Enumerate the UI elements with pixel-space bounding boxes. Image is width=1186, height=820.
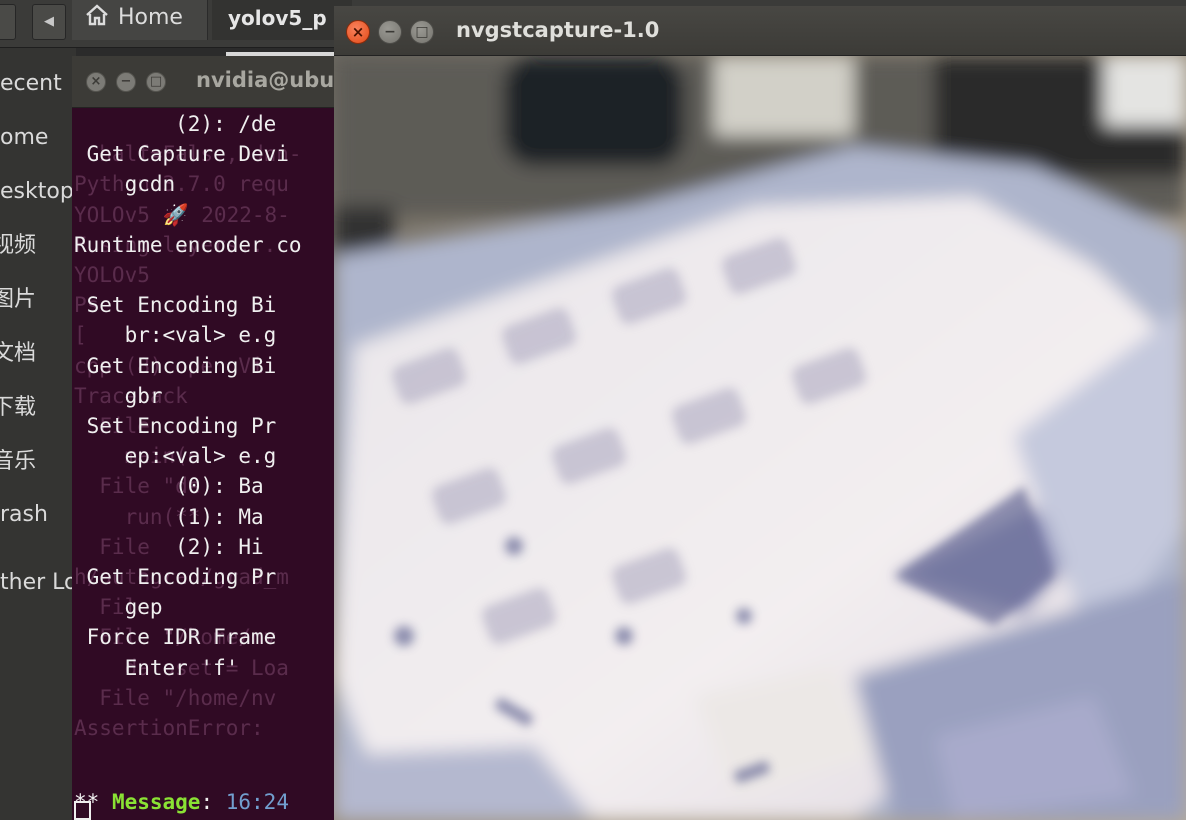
terminal-bg-line: AssertionError: [74,716,264,740]
terminal-line: Runtime encoder co [74,233,302,257]
terminal-line: (2): Hi [74,535,264,559]
terminal-line: ep:<val> e.g [74,444,277,468]
capture-maximize-button[interactable]: □ [410,20,434,44]
back-button[interactable]: ◀ [32,4,66,40]
terminal-titlebar[interactable]: × − □ nvidia@ubu [72,56,372,108]
terminal-line: gcdn [74,172,176,196]
terminal-line: (2): /de [74,112,277,136]
terminal-line: (1): Ma [74,505,264,529]
terminal-line: (0): Ba [74,474,264,498]
terminal-bg-line: YOLOv5 🚀 2022-8- [74,203,290,227]
sidebar-item-other-locations[interactable]: ther Lo [0,568,76,598]
terminal-line: gep [74,595,163,619]
sidebar-item-recent[interactable]: ecent [0,69,62,99]
path-button-current[interactable]: yolov5_p [212,0,352,40]
terminal-line: Get Capture Devi [74,142,289,166]
terminal-close-button[interactable]: × [86,72,106,92]
home-icon [86,4,108,26]
terminal-line: Force IDR Frame [74,625,277,649]
terminal-line: Set Encoding Pr [74,414,277,438]
terminal-line: Get Encoding Bi [74,354,277,378]
terminal-output[interactable]: half=False, dnn- Python 3.7.0 requ YOLOv5 … [72,108,372,820]
camera-frame-keyboard-image [334,56,1186,820]
toolbar-left-button[interactable] [0,4,16,40]
terminal-cursor [74,801,91,820]
sidebar-item-trash[interactable]: rash [0,500,48,530]
capture-minimize-button[interactable]: − [378,20,402,44]
terminal-line: Set Encoding Bi [74,293,277,317]
capture-title: nvgstcapture-1.0 [456,18,660,42]
path-label: yolov5_p [228,6,327,30]
message-key: Message [111,790,201,814]
terminal-line: br:<val> e.g [74,323,277,347]
terminal-message-line: ** Message: 16:24 [74,787,289,817]
home-label: Home [118,5,183,30]
capture-titlebar[interactable]: × − □ nvgstcapture-1.0 [334,6,1186,56]
sidebar-item-pictures[interactable]: 图片 [0,285,36,315]
terminal-window[interactable]: × − □ nvidia@ubu half=False, dnn- Python … [72,56,372,820]
terminal-line: gbr [74,384,163,408]
sidebar-item-downloads[interactable]: 下载 [0,393,36,423]
terminal-line: Enter 'f' [74,656,239,680]
camera-preview [334,56,1186,820]
sidebar-item-desktop[interactable]: esktop [0,177,74,207]
sidebar-item-home[interactable]: ome [0,123,48,153]
sidebar-item-documents[interactable]: 文档 [0,339,36,369]
message-separator: : [200,790,226,814]
sidebar-item-music[interactable]: 音乐 [0,447,36,477]
sidebar-item-videos[interactable]: 视频 [0,231,36,261]
terminal-minimize-button[interactable]: − [116,72,136,92]
terminal-maximize-button[interactable]: □ [146,72,166,92]
terminal-line: Get Encoding Pr [74,565,277,589]
file-manager-sidebar: ecent ome esktop 视频 图片 文档 下载 音乐 rash the… [0,48,76,820]
terminal-bg-line: YOLOv5 [74,263,150,287]
terminal-bg-line: File "/home/nv [74,686,277,710]
capture-close-button[interactable]: × [346,20,370,44]
path-button-home[interactable]: Home [72,0,208,40]
capture-window[interactable]: × − □ nvgstcapture-1.0 [334,6,1186,820]
terminal-title: nvidia@ubu [196,68,335,92]
message-time: 16:24 [225,790,289,814]
